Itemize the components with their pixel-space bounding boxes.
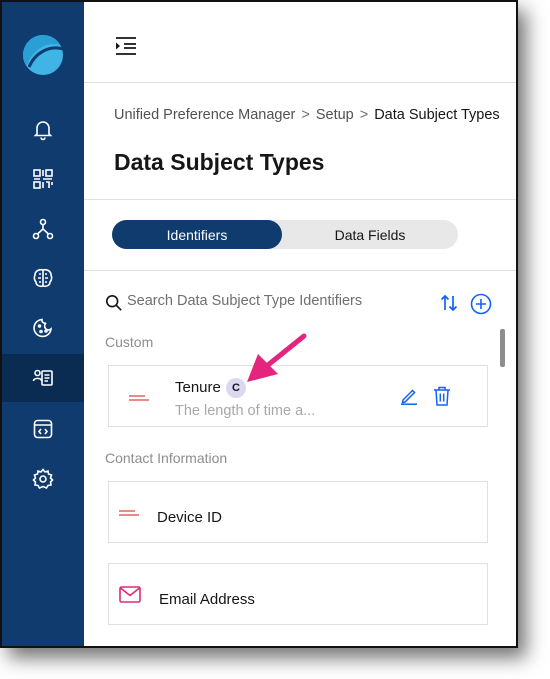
identifier-name: Tenure <box>175 379 221 396</box>
collapse-menu-icon[interactable] <box>114 34 138 58</box>
top-bar <box>84 2 516 83</box>
bell-icon <box>33 121 53 141</box>
sidebar-item-notifications[interactable] <box>2 105 84 153</box>
sidebar-item-settings[interactable] <box>2 455 84 503</box>
section-title-custom: Custom <box>105 334 154 350</box>
sidebar-item-preference-manager[interactable] <box>2 354 84 402</box>
app-logo[interactable] <box>23 35 63 75</box>
user-list-icon <box>32 369 53 386</box>
settings-icon <box>32 468 54 490</box>
sidebar-item-data-discovery[interactable] <box>2 155 84 203</box>
content-switcher: Identifiers Data Fields <box>112 220 458 249</box>
add-icon[interactable] <box>470 293 492 315</box>
search-input[interactable] <box>127 293 387 309</box>
breadcrumb-item-upm[interactable]: Unified Preference Manager <box>114 107 295 123</box>
identifier-name: Device ID <box>157 509 223 526</box>
sort-icon[interactable] <box>439 293 459 313</box>
tab-bar: Identifiers Data Fields <box>84 200 516 271</box>
main-area: Unified Preference Manager > Setup > Data Su… <box>84 2 516 646</box>
text-field-icon <box>129 395 149 401</box>
text-field-icon <box>119 510 139 516</box>
code-window-icon <box>33 419 53 439</box>
breadcrumb-separator: > <box>301 107 310 123</box>
tab-identifiers[interactable]: Identifiers <box>112 220 282 249</box>
identifier-card-device-id[interactable]: Device ID <box>108 481 488 543</box>
identifiers-panel: Custom Tenure C The length of time a... … <box>84 271 516 646</box>
tab-data-fields[interactable]: Data Fields <box>282 220 458 249</box>
email-icon <box>119 586 141 603</box>
page-header: Unified Preference Manager > Setup > Data Su… <box>84 83 516 200</box>
search-icon <box>105 294 122 311</box>
app-window: Unified Preference Manager > Setup > Data Su… <box>0 0 518 648</box>
qr-code-icon <box>33 169 53 189</box>
sidebar-item-cookie-consent[interactable] <box>2 304 84 352</box>
sidebar <box>2 2 84 646</box>
sidebar-item-data-mapping[interactable] <box>2 205 84 253</box>
breadcrumb-separator: > <box>359 107 369 123</box>
network-icon <box>32 218 54 240</box>
identifier-card-tenure[interactable]: Tenure C The length of time a... <box>108 365 488 427</box>
breadcrumb: Unified Preference Manager > Setup > Data Su… <box>114 107 500 123</box>
page-title: Data Subject Types <box>114 149 325 175</box>
breadcrumb-item-setup[interactable]: Setup <box>316 107 354 123</box>
custom-badge: C <box>226 378 246 398</box>
delete-icon[interactable] <box>433 386 451 406</box>
scrollbar[interactable] <box>500 329 505 367</box>
cookie-icon <box>33 318 53 338</box>
sidebar-item-developer[interactable] <box>2 405 84 453</box>
brain-icon <box>33 268 53 288</box>
identifier-description: The length of time a... <box>175 403 316 419</box>
identifier-card-email[interactable]: Email Address <box>108 563 488 625</box>
edit-icon[interactable] <box>400 387 418 405</box>
breadcrumb-item-current: Data Subject Types <box>374 107 500 123</box>
section-title-contact: Contact Information <box>105 450 228 466</box>
identifier-name: Email Address <box>159 591 255 608</box>
sidebar-item-intelligence[interactable] <box>2 254 84 302</box>
